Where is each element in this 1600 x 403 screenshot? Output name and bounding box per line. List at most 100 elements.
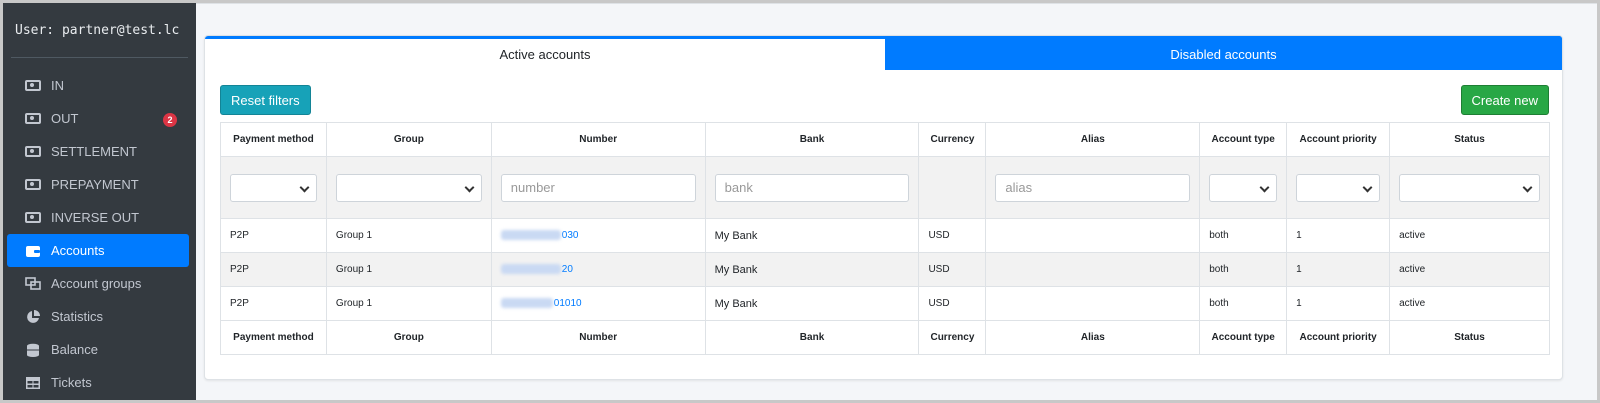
column-header[interactable]: Bank [704,122,920,157]
column-header[interactable]: Number [490,122,706,157]
column-header[interactable]: Account type [1199,122,1288,157]
table-icon [24,376,42,390]
sidebar-item-accounts[interactable]: Accounts [7,234,189,267]
cell-bank: My Bank [704,286,920,321]
sidebar-item-label: SETTLEMENT [51,144,137,159]
sidebar-item-out[interactable]: OUT 2 [7,102,189,135]
sidebar: User: partner@test.lc IN OUT 2 SETTLEMEN… [3,3,196,400]
sidebar-item-label: Statistics [51,309,104,324]
sidebar-item-label: Balance [51,342,98,357]
chart-pie-icon [24,309,42,324]
sidebar-item-tickets[interactable]: Tickets [7,366,189,399]
account-number-link[interactable]: 01010 [554,298,582,309]
tab-disabled-accounts[interactable]: Disabled accounts [885,36,1562,70]
cell-group: Group 1 [325,252,492,287]
sidebar-item-in[interactable]: IN [7,69,189,102]
column-footer: Account type [1199,320,1288,355]
sidebar-item-prepayment[interactable]: PREPAYMENT [7,168,189,201]
filter-row: number bank alias [220,156,1550,219]
currency-filter-empty [918,156,987,219]
out-count-badge: 2 [163,113,177,127]
cell-type: both [1199,252,1288,287]
column-footer: Status [1389,320,1550,355]
column-footer: Account priority [1286,320,1391,355]
create-new-button[interactable]: Create new [1460,85,1549,115]
app-window: User: partner@test.lc IN OUT 2 SETTLEMEN… [3,3,1597,400]
account-priority-filter-select[interactable] [1296,173,1381,202]
object-group-icon [24,277,42,291]
money-bill-icon [24,211,42,225]
sidebar-item-label: OUT [51,111,79,126]
status-filter-select[interactable] [1399,173,1540,202]
coins-icon [24,343,42,357]
cell-status: active [1389,218,1550,253]
column-footer: Group [325,320,492,355]
cell-bank: My Bank [704,252,920,287]
cell-group: Group 1 [325,218,492,253]
cell-number: 030 [490,218,706,253]
cell-alias [985,218,1201,253]
account-number-link[interactable]: 20 [562,264,573,275]
redacted-number [500,230,561,241]
account-type-filter-select[interactable] [1209,173,1278,202]
reset-filters-button[interactable]: Reset filters [220,85,311,115]
cell-currency: USD [918,286,987,321]
column-footer: Currency [918,320,987,355]
sidebar-item-balance[interactable]: Balance [7,333,189,366]
column-footer: Alias [985,320,1201,355]
cell-currency: USD [918,252,987,287]
sidebar-item-statistics[interactable]: Statistics [7,300,189,333]
cell-number: 01010 [490,286,706,321]
cell-currency: USD [918,218,987,253]
column-header[interactable]: Account priority [1286,122,1391,157]
money-bill-icon [24,178,42,192]
cell-method: P2P [220,286,327,321]
cell-number: 20 [490,252,706,287]
bank-filter-input[interactable]: bank [714,173,910,202]
column-header[interactable]: Status [1389,122,1550,157]
redacted-number [500,264,561,275]
tab-active-accounts[interactable]: Active accounts [205,36,885,70]
number-filter-input[interactable]: number [500,173,696,202]
column-header[interactable]: Group [325,122,492,157]
alias-filter-input[interactable]: alias [995,173,1191,202]
sidebar-item-label: Account groups [51,276,142,291]
payment-method-filter-select[interactable] [230,173,317,202]
sidebar-nav: IN OUT 2 SETTLEMENT PREPAYMENT INVERSE O… [3,58,196,399]
cell-method: P2P [220,252,327,287]
accounts-card: Active accounts Disabled accounts Reset … [204,35,1563,380]
cell-priority: 1 [1286,218,1391,253]
top-border [196,3,1597,4]
cell-priority: 1 [1286,252,1391,287]
sidebar-item-account-groups[interactable]: Account groups [7,267,189,300]
sidebar-item-inverse-out[interactable]: INVERSE OUT [7,201,189,234]
redacted-number [500,298,553,309]
column-footer: Payment method [220,320,327,355]
account-number-link[interactable]: 030 [562,230,579,241]
sidebar-item-settlement[interactable]: SETTLEMENT [7,135,189,168]
column-footer: Number [490,320,706,355]
accounts-tabs: Active accounts Disabled accounts [205,36,1562,70]
cell-bank: My Bank [704,218,920,253]
wallet-icon [24,244,42,258]
money-bill-icon [24,145,42,159]
group-filter-select[interactable] [335,173,482,202]
sidebar-item-label: INVERSE OUT [51,210,140,225]
table-header-row: Payment method Group Number Bank Currenc… [220,122,1550,157]
cell-status: active [1389,252,1550,287]
money-bill-icon [24,79,42,93]
cell-type: both [1199,286,1288,321]
cell-group: Group 1 [325,286,492,321]
cell-type: both [1199,218,1288,253]
cell-status: active [1389,286,1550,321]
sidebar-item-label: Tickets [51,375,92,390]
sidebar-item-label: IN [51,78,64,93]
accounts-table: Payment method Group Number Bank Currenc… [220,122,1550,355]
column-header[interactable]: Currency [918,122,987,157]
sidebar-item-label: PREPAYMENT [51,177,139,192]
column-header[interactable]: Payment method [220,122,327,157]
cell-method: P2P [220,218,327,253]
cell-alias [985,252,1201,287]
column-header[interactable]: Alias [985,122,1201,157]
table-row: P2P Group 1 20 My Bank USD both 1 active [220,252,1550,287]
